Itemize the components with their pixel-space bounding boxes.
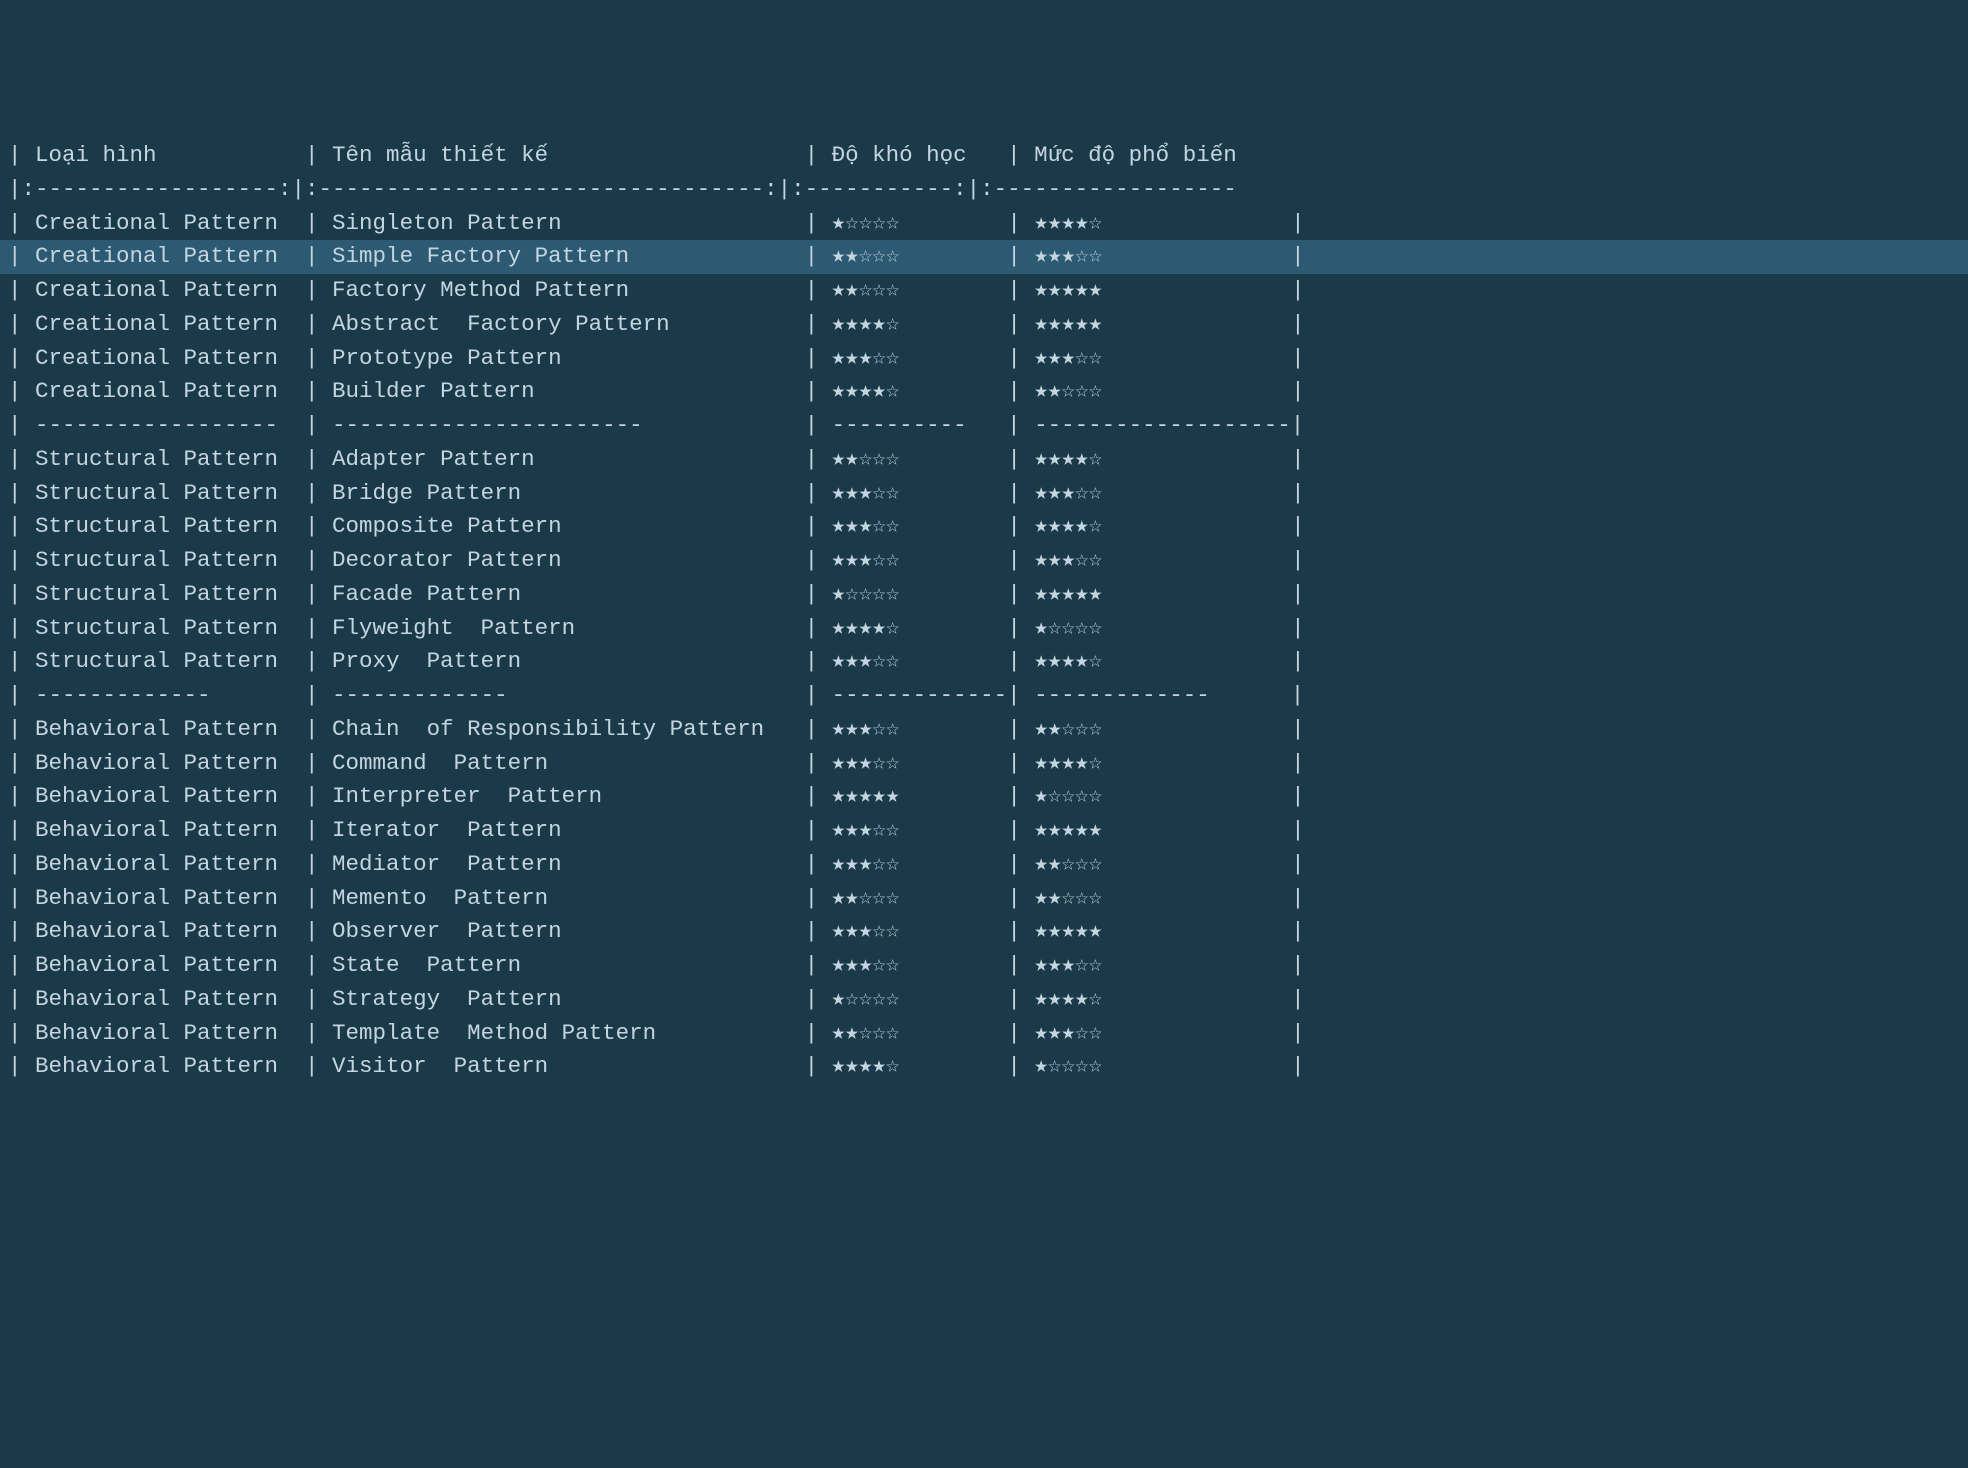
table-row: | Behavioral Pattern | Chain of Responsi… <box>0 713 1968 747</box>
table-row: | Structural Pattern | Bridge Pattern | … <box>0 477 1968 511</box>
table-row: | Behavioral Pattern | Command Pattern |… <box>0 747 1968 781</box>
table-row: | Behavioral Pattern | State Pattern | ★… <box>0 949 1968 983</box>
table-row: | Structural Pattern | Proxy Pattern | ★… <box>0 645 1968 679</box>
table-row: | Creational Pattern | Simple Factory Pa… <box>0 240 1968 274</box>
table-row: | Behavioral Pattern | Mediator Pattern … <box>0 848 1968 882</box>
table-row: | Behavioral Pattern | Template Method P… <box>0 1017 1968 1051</box>
table-row: | Creational Pattern | Builder Pattern |… <box>0 375 1968 409</box>
table-header-row: | Loại hình | Tên mẫu thiết kế | Độ khó … <box>0 139 1968 173</box>
table-row: | Structural Pattern | Composite Pattern… <box>0 510 1968 544</box>
table-row: | Creational Pattern | Factory Method Pa… <box>0 274 1968 308</box>
table-row: | Behavioral Pattern | Visitor Pattern |… <box>0 1050 1968 1084</box>
table-row: | Structural Pattern | Adapter Pattern |… <box>0 443 1968 477</box>
table-row: | Structural Pattern | Flyweight Pattern… <box>0 612 1968 646</box>
table-row: | Behavioral Pattern | Interpreter Patte… <box>0 780 1968 814</box>
table-row: | Creational Pattern | Singleton Pattern… <box>0 207 1968 241</box>
table-row: | Structural Pattern | Decorator Pattern… <box>0 544 1968 578</box>
table-row: | Creational Pattern | Abstract Factory … <box>0 308 1968 342</box>
table-header-separator: |:------------------:|:-----------------… <box>0 173 1968 207</box>
table-row: | Behavioral Pattern | Memento Pattern |… <box>0 882 1968 916</box>
table-row: | Behavioral Pattern | Iterator Pattern … <box>0 814 1968 848</box>
design-patterns-table: | Loại hình | Tên mẫu thiết kế | Độ khó … <box>0 135 1968 1088</box>
table-section-separator: | ------------- | ------------- | ------… <box>0 679 1968 713</box>
table-section-separator: | ------------------ | -----------------… <box>0 409 1968 443</box>
table-row: | Behavioral Pattern | Observer Pattern … <box>0 915 1968 949</box>
table-row: | Creational Pattern | Prototype Pattern… <box>0 342 1968 376</box>
table-row: | Behavioral Pattern | Strategy Pattern … <box>0 983 1968 1017</box>
table-row: | Structural Pattern | Facade Pattern | … <box>0 578 1968 612</box>
